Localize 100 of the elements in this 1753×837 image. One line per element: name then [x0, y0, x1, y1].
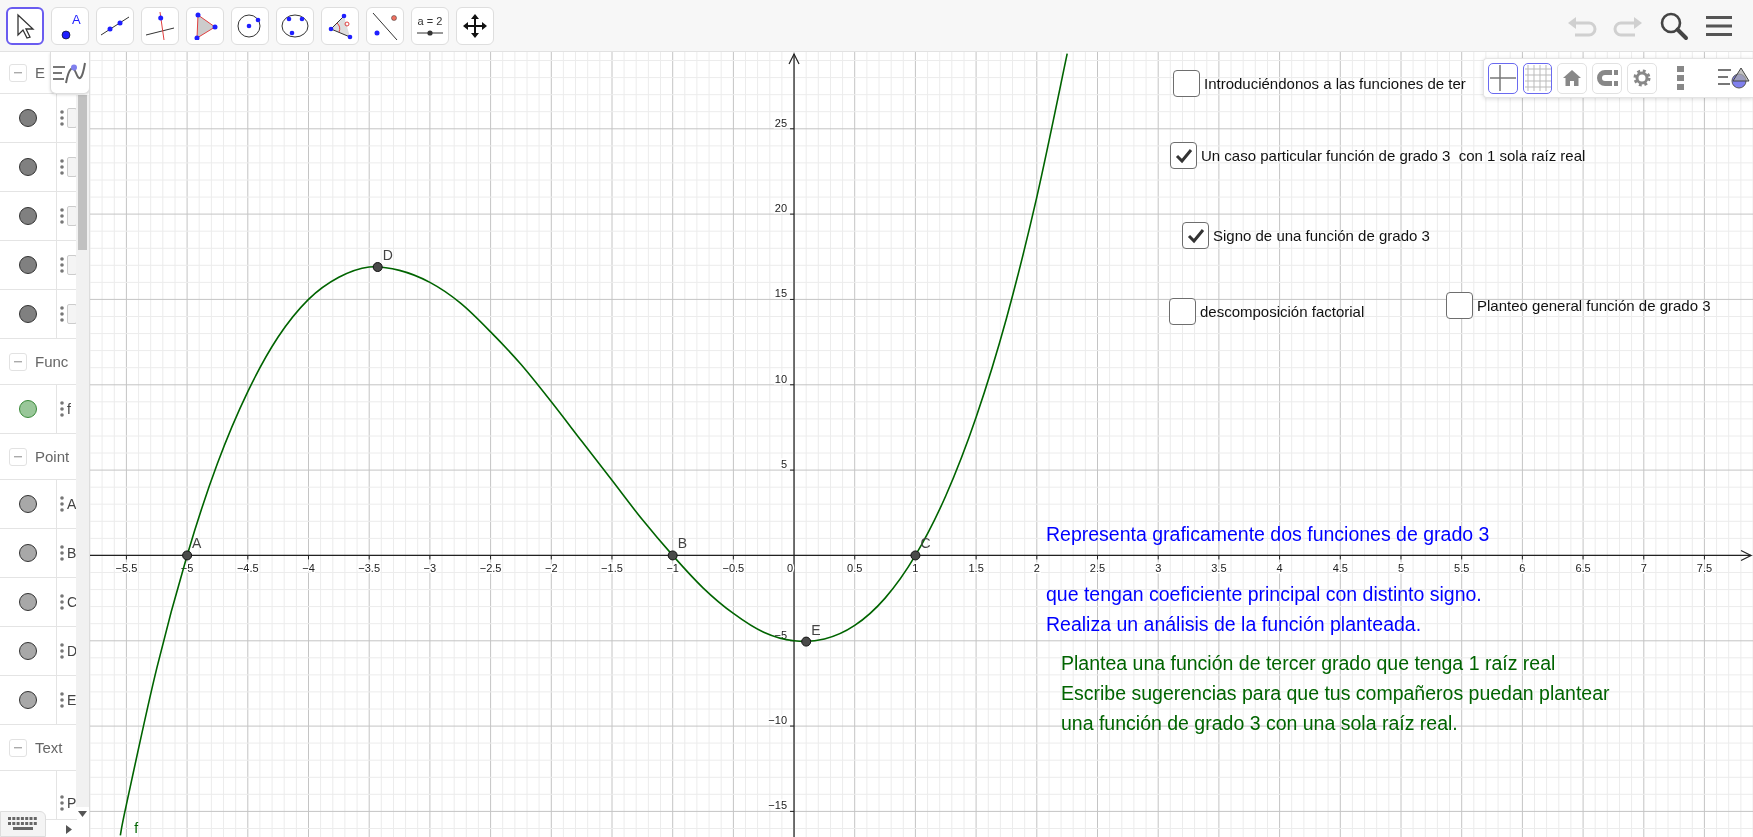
tick-label: 1 [912, 562, 919, 575]
more-icon[interactable] [60, 306, 64, 322]
visibility-toggle[interactable] [19, 256, 37, 274]
tick-label: 5 [780, 458, 788, 471]
tick-label: 25 [774, 116, 788, 129]
tick-label: −0.5 [722, 562, 745, 575]
graphics-toggle-button[interactable] [50, 52, 89, 94]
scrollbar[interactable] [76, 95, 89, 807]
algebra-entry-text: C [67, 594, 77, 610]
more-options-icon [1677, 66, 1685, 90]
tick-label: 7 [1640, 562, 1647, 575]
tool-button[interactable]: A [51, 6, 89, 45]
point-label: B [677, 535, 687, 552]
visibility-toggle[interactable] [19, 544, 37, 562]
tick-label: 0.5 [847, 562, 863, 575]
visibility-toggle[interactable] [19, 109, 37, 127]
tick-label: 15 [774, 287, 788, 300]
tick-label: −1.5 [601, 562, 623, 575]
tick-label: 20 [774, 202, 788, 215]
tick-label: −5.5 [115, 562, 138, 575]
tick-label: −10 [768, 714, 788, 727]
point-marker[interactable] [910, 550, 921, 561]
minus-icon [14, 360, 22, 363]
more-icon[interactable] [60, 545, 64, 561]
tick-label: 2 [1033, 562, 1040, 575]
checkbox[interactable] [1446, 292, 1473, 319]
tick-label: 1.5 [968, 562, 984, 575]
checkbox-label: Introduciéndonos a las funciones de ter [1204, 75, 1466, 92]
four-way-arrow-icon [463, 13, 487, 38]
function-label: f [134, 820, 139, 836]
text-line: Realiza un análisis de la función planteada. [1046, 612, 1422, 637]
tick-label: 5.5 [1454, 562, 1470, 575]
point-label: E [811, 621, 821, 638]
tick-label: −2 [545, 562, 558, 575]
point-marker[interactable] [372, 262, 383, 272]
checkbox[interactable] [1182, 222, 1209, 249]
point-label: A [192, 535, 202, 552]
tick-label: −4.5 [236, 562, 259, 575]
lines-and-curve-icon [53, 60, 87, 85]
more-icon[interactable] [60, 257, 64, 273]
algebra-entry-text: A [67, 496, 77, 512]
text-line: Plantea una función de tercer grado que tenga 1 raíz real [1061, 651, 1556, 676]
section-title: Text [35, 739, 63, 756]
more-icon[interactable] [60, 594, 64, 610]
text-line: que tengan coeficiente principal con distinto signo. [1046, 582, 1482, 607]
text-line: una función de grado 3 con una sola raíz real. [1061, 711, 1458, 736]
more-icon[interactable] [60, 496, 64, 512]
more-icon[interactable] [60, 110, 64, 126]
circle-through-points-icon [281, 12, 309, 39]
tick-label: 3 [1155, 562, 1162, 575]
checkbox[interactable] [1170, 142, 1197, 169]
checkbox[interactable] [1169, 298, 1196, 325]
checkbox[interactable] [1173, 70, 1200, 97]
visibility-toggle[interactable] [19, 593, 37, 611]
visibility-toggle[interactable] [19, 207, 37, 225]
visibility-toggle[interactable] [19, 495, 37, 513]
style-button[interactable] [1488, 62, 1518, 94]
checkbox-label: descomposición factorial [1200, 303, 1365, 320]
style-button[interactable] [1522, 62, 1553, 94]
tick-label: 2.5 [1089, 562, 1106, 575]
tick-label: −15 [768, 799, 788, 812]
more-icon[interactable] [60, 401, 64, 417]
visibility-toggle[interactable] [19, 642, 37, 660]
tick-label: 6 [1519, 562, 1526, 575]
more-icon[interactable] [60, 208, 64, 224]
algebra-entry-text: E [67, 692, 77, 708]
point-marker[interactable] [182, 550, 193, 561]
magnet-icon [1596, 69, 1618, 87]
settings-icon [1632, 69, 1651, 87]
visibility-toggle[interactable] [19, 305, 37, 323]
point-marker[interactable] [667, 550, 678, 561]
more-icon[interactable] [60, 643, 64, 659]
visibility-toggle[interactable] [19, 400, 37, 418]
tick-label: −4 [302, 562, 315, 575]
minus-icon [14, 746, 22, 749]
tick-label: 4.5 [1332, 562, 1348, 575]
search-icon [1659, 10, 1689, 41]
point-marker[interactable] [801, 636, 812, 647]
checkmark-icon [1186, 227, 1205, 244]
more-icon[interactable] [60, 692, 64, 708]
keyboard-button[interactable] [0, 811, 46, 837]
more-icon[interactable] [60, 159, 64, 175]
more-icon[interactable] [60, 795, 64, 811]
tool-button[interactable]: a = 2 [411, 6, 449, 45]
tick-label: −5 [774, 628, 788, 641]
minus-icon [14, 71, 22, 74]
tick-label: 4 [1276, 562, 1283, 575]
visibility-toggle[interactable] [19, 158, 37, 176]
cursor-icon [14, 12, 36, 39]
tool-button[interactable] [6, 6, 44, 45]
style-bar-toggle-icon [1717, 66, 1750, 90]
tick-label: 0 [786, 562, 794, 575]
menu-icon [1705, 13, 1733, 38]
tick-label: 7.5 [1696, 562, 1713, 575]
visibility-toggle[interactable] [19, 691, 37, 709]
algebra-entry-text: D [67, 643, 77, 659]
checkmark-icon [1174, 147, 1193, 164]
point-icon [61, 29, 71, 40]
tick-label: 10 [774, 372, 788, 385]
slider-icon [416, 28, 444, 37]
